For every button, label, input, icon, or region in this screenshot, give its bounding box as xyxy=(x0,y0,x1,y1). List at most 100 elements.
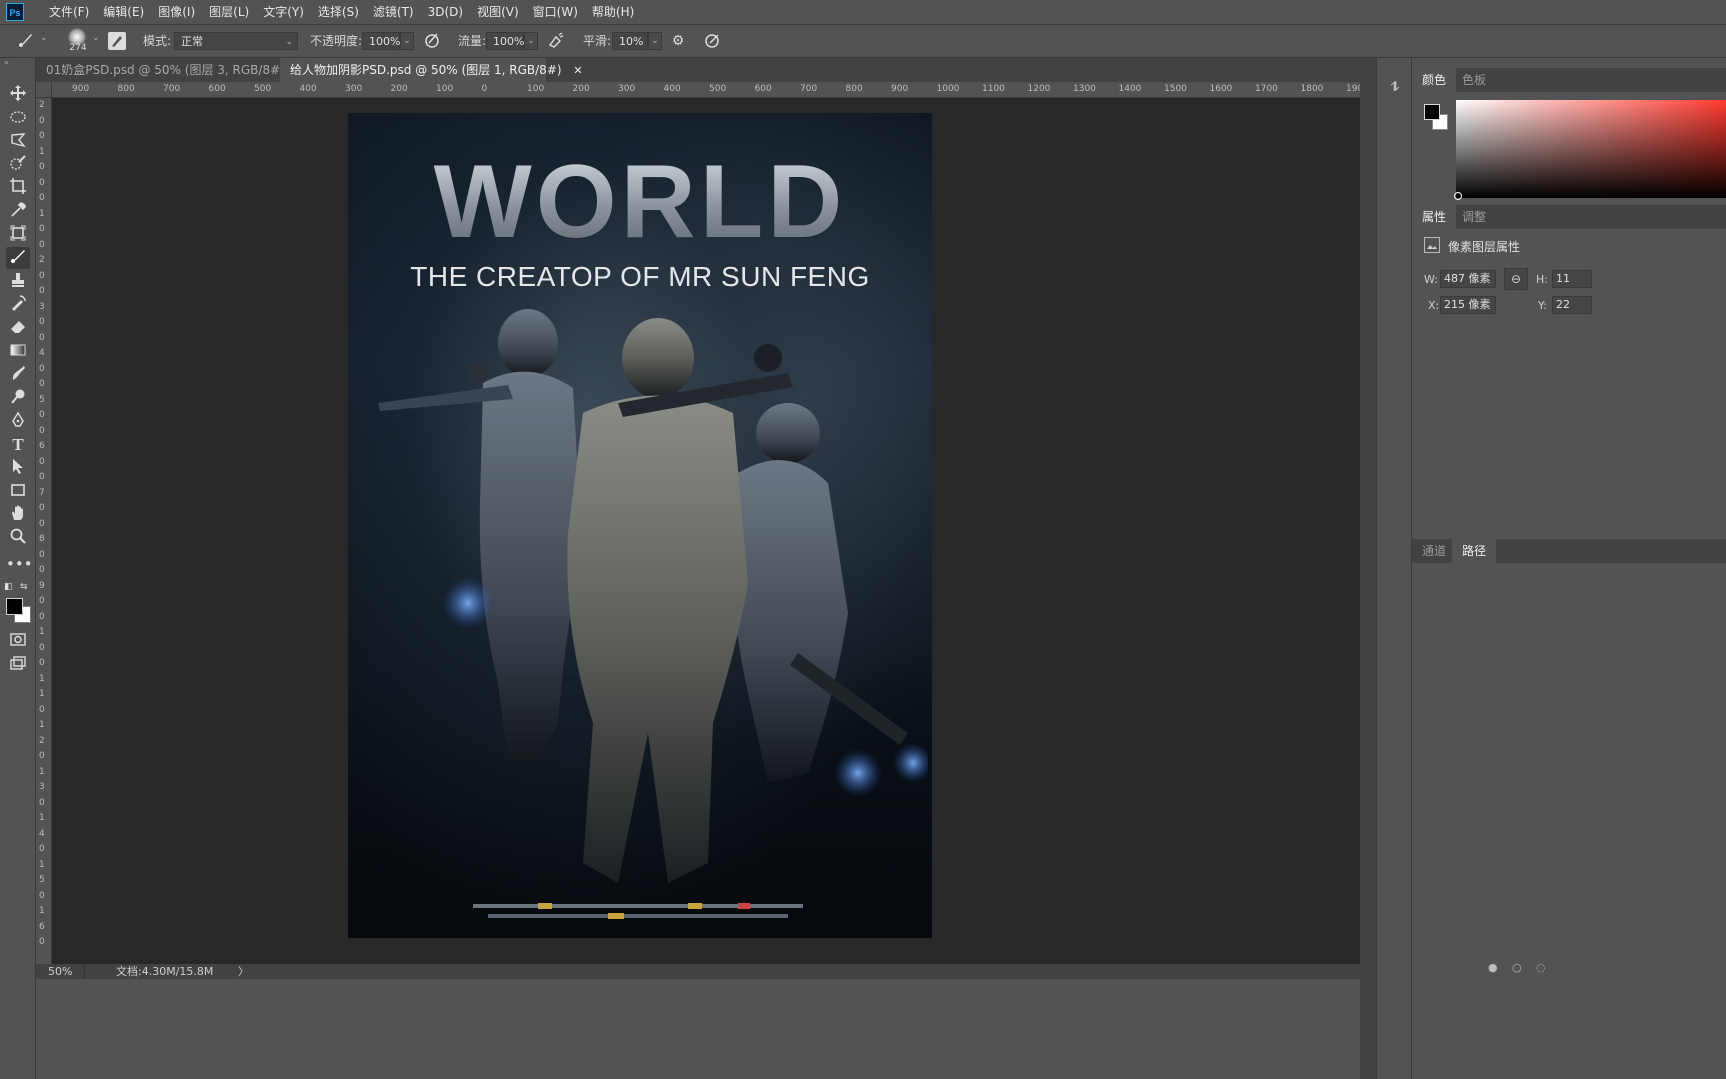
collapse-toolbar-icon[interactable]: » xyxy=(4,58,9,67)
ruler-tick-label: 0 xyxy=(39,456,45,467)
flow-chevron-icon[interactable]: ⌄ xyxy=(524,32,538,50)
ruler-tick-label: 1 xyxy=(39,673,45,684)
fill-path-icon[interactable]: ● xyxy=(1488,961,1498,974)
eyedropper-icon[interactable] xyxy=(6,201,30,223)
ruler-tick-label: 9 xyxy=(39,580,45,591)
menu-type[interactable]: 文字(Y) xyxy=(256,0,311,24)
frame-icon[interactable] xyxy=(6,224,30,246)
pen-icon[interactable] xyxy=(6,411,30,433)
pressure-opacity-icon[interactable] xyxy=(422,31,442,51)
brush-size-chevron-icon[interactable]: ⌄ xyxy=(92,33,100,43)
ruler-tick-label: 900 xyxy=(72,84,90,94)
history-brush-icon[interactable] xyxy=(6,294,30,316)
gear-icon[interactable]: ⚙ xyxy=(668,31,688,51)
x-input[interactable]: 215 像素 xyxy=(1440,296,1496,314)
ruler-tick-label: 0 xyxy=(39,797,45,808)
hand-icon[interactable] xyxy=(6,504,30,526)
ruler-tick-label: 6 xyxy=(39,921,45,932)
screen-mode-icon[interactable] xyxy=(6,654,30,676)
panel-foreground-swatch[interactable] xyxy=(1424,104,1440,120)
menu-window[interactable]: 窗口(W) xyxy=(526,0,585,24)
width-input[interactable]: 487 像素 xyxy=(1440,270,1496,288)
menu-select[interactable]: 选择(S) xyxy=(311,0,366,24)
zoom-icon[interactable] xyxy=(6,527,30,549)
brush-size-label: 274 xyxy=(69,43,87,53)
ruler-vertical[interactable]: 2 0 0 1 0 0 0 1 0 0 2 0 0 3 0 0 4 0 0 5 0 0 6 0 0 7 0 0 8 0 0 9 0 0 1 0 0 1 1 0… xyxy=(36,98,52,964)
flow-input[interactable]: 100% xyxy=(486,32,524,50)
ruler-tick-label: 2 xyxy=(39,255,45,265)
ruler-tick-label: 0 xyxy=(39,596,45,606)
menu-image[interactable]: 图像(I) xyxy=(151,0,202,24)
tab-color[interactable]: 颜色 xyxy=(1412,68,1457,92)
rectangle-icon[interactable] xyxy=(6,481,30,503)
zoom-level[interactable]: 50% xyxy=(48,964,72,979)
lasso-ellipse-icon[interactable] xyxy=(6,108,30,130)
tab-document-1[interactable]: 01奶盒PSD.psd @ 50% (图层 3, RGB/8#) * ✕ xyxy=(36,58,316,82)
ruler-tick-label: 7 xyxy=(39,487,45,498)
document-canvas[interactable]: WORLD THE CREATOP OF MR SUN FENG xyxy=(348,113,932,938)
tab-channels[interactable]: 通道 xyxy=(1412,539,1456,563)
crop-icon[interactable] xyxy=(6,177,30,199)
menu-file[interactable]: 文件(F) xyxy=(42,0,96,24)
dodge-icon[interactable] xyxy=(6,387,30,409)
menu-filter[interactable]: 滤镜(T) xyxy=(366,0,421,24)
ruler-tick-label: 1 xyxy=(39,208,45,219)
ruler-tick-label: 500 xyxy=(254,84,272,94)
move-icon[interactable] xyxy=(6,84,30,106)
menu-help[interactable]: 帮助(H) xyxy=(585,0,641,24)
history-panel-icon[interactable]: ⥮ xyxy=(1385,78,1405,98)
brush-preset-chevron-icon[interactable]: ⌄ xyxy=(40,33,48,43)
smudge-icon[interactable] xyxy=(6,364,30,386)
more-icon[interactable]: ••• xyxy=(6,553,33,575)
menu-view[interactable]: 视图(V) xyxy=(470,0,526,24)
pressure-size-icon[interactable] xyxy=(702,31,722,51)
default-colors-icon[interactable]: ◧ xyxy=(4,582,13,592)
tab-document-2[interactable]: 给人物加阴影PSD.psd @ 50% (图层 1, RGB/8#) ✕ xyxy=(280,58,583,82)
tab-swatches[interactable]: 色板 xyxy=(1452,68,1496,92)
menu-edit[interactable]: 编辑(E) xyxy=(96,0,151,24)
ruler-tick-label: 900 xyxy=(891,84,909,94)
ruler-tick-label: 0 xyxy=(481,84,488,94)
mode-select[interactable]: 正常 ⌄ xyxy=(174,32,298,50)
smoothing-chevron-icon[interactable]: ⌄ xyxy=(648,32,662,50)
smoothing-input[interactable]: 10% xyxy=(612,32,648,50)
link-icon[interactable]: ⊖ xyxy=(1504,268,1528,290)
brush-icon[interactable] xyxy=(6,247,30,269)
type-icon[interactable]: T xyxy=(6,434,30,456)
tab-properties[interactable]: 属性 xyxy=(1412,205,1457,229)
close-icon[interactable]: ✕ xyxy=(573,64,582,77)
menu-layer[interactable]: 图层(L) xyxy=(202,0,256,24)
panel-dock-divider xyxy=(1360,58,1376,1079)
height-input[interactable]: 11 xyxy=(1552,270,1592,288)
polygon-lasso-icon[interactable] xyxy=(6,131,30,153)
stroke-path-icon[interactable]: ○ xyxy=(1512,961,1522,974)
color-picker-field[interactable] xyxy=(1456,100,1726,198)
ruler-origin[interactable] xyxy=(36,82,52,98)
brush-preset-icon[interactable] xyxy=(16,31,36,51)
quick-select-icon[interactable] xyxy=(6,154,30,176)
opacity-input[interactable]: 100% xyxy=(362,32,400,50)
gradient-icon[interactable] xyxy=(6,341,30,363)
tab-paths[interactable]: 路径 xyxy=(1452,539,1497,563)
tab-adjustments[interactable]: 调整 xyxy=(1452,205,1496,229)
foreground-color-swatch[interactable] xyxy=(6,598,23,615)
y-input[interactable]: 22 xyxy=(1552,296,1592,314)
quick-mask-icon[interactable] xyxy=(6,630,30,652)
ruler-tick-label: 600 xyxy=(754,84,772,94)
airbrush-icon[interactable] xyxy=(546,31,566,51)
selection-path-icon[interactable]: ◌ xyxy=(1536,961,1546,974)
ruler-tick-label: 1300 xyxy=(1073,84,1096,94)
brush-settings-icon[interactable] xyxy=(108,32,126,50)
ruler-horizontal[interactable]: 900 800 700 600 500 400 300 200 100 0 100 200 300 400… xyxy=(36,82,1369,98)
ruler-tick-label: 5 xyxy=(39,394,45,405)
ruler-tick-label: 3 xyxy=(39,301,45,312)
swap-colors-icon[interactable]: ⇆ xyxy=(20,582,28,592)
stamp-icon[interactable] xyxy=(6,271,30,293)
status-menu-arrow[interactable]: 〉 xyxy=(238,964,249,979)
opacity-chevron-icon[interactable]: ⌄ xyxy=(400,32,414,50)
menu-3d[interactable]: 3D(D) xyxy=(421,0,470,24)
path-select-icon[interactable] xyxy=(6,457,30,479)
ruler-tick-label: 1400 xyxy=(1118,84,1142,94)
eraser-icon[interactable] xyxy=(6,317,30,339)
color-picker-cursor[interactable] xyxy=(1454,192,1462,200)
